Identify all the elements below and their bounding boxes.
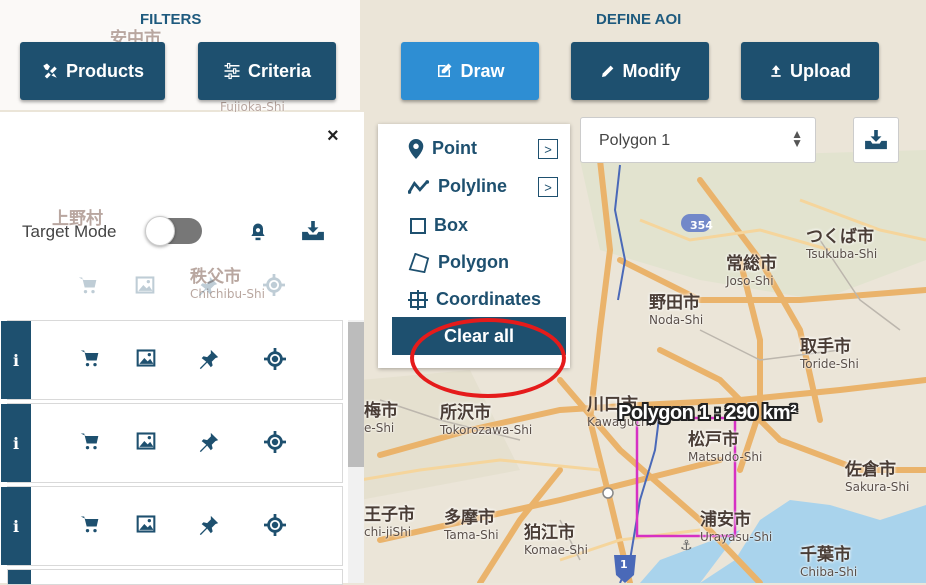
filters-title: FILTERS [140,11,202,28]
result-card[interactable]: i [1,403,343,483]
draw-polygon-item[interactable]: Polygon [408,252,509,273]
polygon-select-value: Polygon 1 [599,132,671,149]
criteria-button[interactable]: Criteria [198,42,336,100]
map-place-label: 千葉市 Chiba-Shi [800,545,858,579]
aoi-download-button[interactable] [853,117,899,163]
image-icon[interactable] [136,348,156,373]
cart-icon [78,275,98,300]
draw-button[interactable]: Draw [401,42,539,100]
download-tray-icon [865,130,887,150]
polygon-icon [408,252,430,273]
road-shield-label: 354 [690,219,713,232]
clear-all-button[interactable]: Clear all [392,317,566,355]
upload-icon [771,65,781,77]
polyline-icon [408,179,430,194]
info-button[interactable]: i [1,321,31,399]
crosshair-icon[interactable] [264,431,286,458]
map-place-label: 多摩市 Tama-Shi [444,508,499,542]
products-button[interactable]: Products [20,42,165,100]
draw-coordinates-item[interactable]: Coordinates [408,289,541,310]
upload-button[interactable]: Upload [741,42,879,100]
crosshair-icon[interactable] [264,348,286,375]
target-alert-icon[interactable] [248,220,268,247]
box-icon [410,217,426,234]
map-place-label: 狛江市 Komae-Shi [524,523,588,557]
polyline-submenu-chevron[interactable]: > [538,177,558,197]
draw-box-item[interactable]: Box [410,215,468,236]
pin-icon[interactable] [198,514,220,541]
map-place-label: 野田市 Noda-Shi [649,293,704,327]
info-button[interactable]: i [1,404,31,482]
select-arrows-icon: ▲ ▼ [791,127,803,150]
pencil-icon [601,65,613,77]
image-icon[interactable] [136,514,156,539]
pin-icon [197,275,219,302]
image-icon [135,275,155,300]
map-place-label: 浦安市 Urayasu-Shi [700,510,773,544]
map-place-label: 佐倉市 Sakura-Shi [845,460,910,494]
map-place-label: 梅市 e-Shi [364,401,398,435]
road-shield-label: 1 [620,558,628,571]
pin-icon[interactable] [198,431,220,458]
polygon-area-label: Polygon 1 : 290 km² [618,402,797,424]
pin-icon[interactable] [198,348,220,375]
toggle-knob [145,216,175,246]
edit-icon [438,63,452,77]
point-submenu-chevron[interactable]: > [538,139,558,159]
close-panel-button[interactable]: × [327,125,339,148]
modify-button[interactable]: Modify [571,42,709,100]
map-place-label: 常総市 Joso-Shi [726,254,777,288]
cart-icon[interactable] [80,431,100,456]
info-button[interactable] [8,570,31,584]
draw-polyline-item[interactable]: Polyline [408,176,507,197]
polygon-select[interactable]: Polygon 1 ▲ ▼ [580,117,816,163]
result-card[interactable]: i [1,320,343,400]
map-place-label: 所沢市 Tokorozawa-Shi [440,403,533,437]
info-button[interactable]: i [1,487,31,565]
map-marker-icon [408,138,424,159]
download-tray-icon[interactable] [302,221,324,246]
coordinates-grid-icon [408,289,428,310]
map-place-label: つくば市 Tsukuba-Shi [806,227,878,261]
sliders-icon [224,62,240,80]
draw-point-item[interactable]: Point [408,138,477,159]
target-mode-toggle[interactable] [145,216,202,246]
define-aoi-title: DEFINE AOI [596,11,682,28]
scrollbar-thumb[interactable] [348,322,364,467]
target-mode-label: Target Mode [22,222,117,241]
satellite-icon [43,63,57,79]
anchor-icon: ⚓ [680,538,693,554]
cart-icon[interactable] [80,514,100,539]
image-icon[interactable] [136,431,156,456]
result-card[interactable]: i [1,486,343,566]
crosshair-icon [263,274,285,301]
map-place-label: 松戸市 Matsudo-Shi [688,430,763,464]
crosshair-icon[interactable] [264,514,286,541]
cart-icon[interactable] [80,348,100,373]
map-place-label: 王子市 chi-jiShi [364,505,415,539]
map-place-label: 取手市 Toride-Shi [800,337,859,371]
